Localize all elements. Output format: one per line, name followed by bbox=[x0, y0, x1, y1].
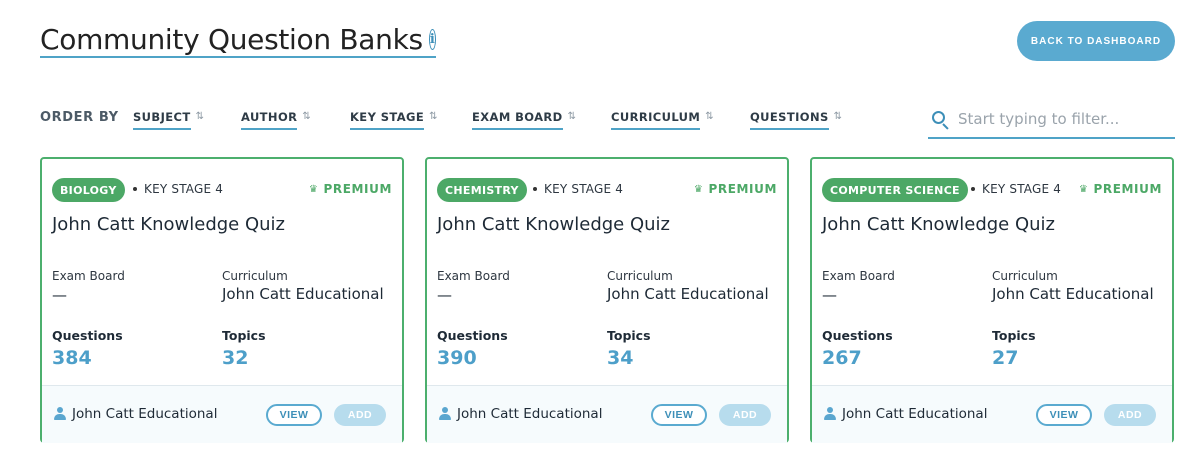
page-title-wrapper: Community Question Banks i bbox=[40, 22, 436, 58]
curriculum-label: Curriculum bbox=[607, 269, 673, 283]
topics-label: Topics bbox=[607, 328, 651, 343]
card-footer: John Catt Educational VIEW ADD bbox=[427, 385, 787, 443]
question-bank-card: COMPUTER SCIENCE KEY STAGE 4 ♛ PREMIUM Jo… bbox=[810, 157, 1174, 443]
card-body: CHEMISTRY KEY STAGE 4 ♛ PREMIUM John Catt… bbox=[427, 159, 787, 385]
premium-label: PREMIUM bbox=[1093, 182, 1162, 196]
crown-icon: ♛ bbox=[308, 183, 319, 195]
sort-curriculum-label: CURRICULUM bbox=[611, 110, 701, 130]
add-button[interactable]: ADD bbox=[1104, 404, 1156, 426]
topics-label: Topics bbox=[222, 328, 266, 343]
order-by-label: ORDER BY bbox=[40, 110, 119, 125]
sort-author[interactable]: AUTHOR ⇅ bbox=[241, 110, 311, 130]
user-icon bbox=[824, 407, 836, 421]
sort-key-stage-label: KEY STAGE bbox=[350, 110, 425, 130]
sort-questions[interactable]: QUESTIONS ⇅ bbox=[750, 110, 842, 130]
sort-icon: ⇅ bbox=[195, 111, 204, 122]
view-button[interactable]: VIEW bbox=[1036, 404, 1092, 426]
sort-author-label: AUTHOR bbox=[241, 110, 298, 130]
card-footer: John Catt Educational VIEW ADD bbox=[42, 385, 402, 443]
curriculum-value: John Catt Educational bbox=[992, 285, 1154, 303]
card-body: BIOLOGY KEY STAGE 4 ♛ PREMIUM John Catt K… bbox=[42, 159, 402, 385]
sort-subject[interactable]: SUBJECT ⇅ bbox=[133, 110, 204, 130]
add-button[interactable]: ADD bbox=[334, 404, 386, 426]
separator-dot bbox=[533, 187, 537, 191]
question-bank-card: BIOLOGY KEY STAGE 4 ♛ PREMIUM John Catt K… bbox=[40, 157, 404, 443]
page-title: Community Question Banks bbox=[40, 22, 423, 56]
author-name: John Catt Educational bbox=[457, 406, 603, 422]
question-bank-card: CHEMISTRY KEY STAGE 4 ♛ PREMIUM John Catt… bbox=[425, 157, 789, 443]
subject-badge: BIOLOGY bbox=[52, 178, 125, 202]
topics-count: 27 bbox=[992, 347, 1019, 369]
card-footer: John Catt Educational VIEW ADD bbox=[812, 385, 1172, 443]
sort-questions-label: QUESTIONS bbox=[750, 110, 829, 130]
premium-badge: ♛ PREMIUM bbox=[1079, 182, 1162, 196]
key-stage: KEY STAGE 4 bbox=[982, 182, 1062, 196]
sort-subject-label: SUBJECT bbox=[133, 110, 191, 130]
sort-exam-board[interactable]: EXAM BOARD ⇅ bbox=[472, 110, 576, 130]
exam-board-value: — bbox=[437, 286, 452, 304]
card-title: John Catt Knowledge Quiz bbox=[822, 214, 1055, 235]
crown-icon: ♛ bbox=[1078, 183, 1089, 195]
topics-label: Topics bbox=[992, 328, 1036, 343]
questions-count: 390 bbox=[437, 347, 477, 369]
sort-icon: ⇅ bbox=[567, 111, 576, 122]
exam-board-label: Exam Board bbox=[52, 269, 125, 283]
separator-dot bbox=[971, 187, 975, 191]
user-icon bbox=[54, 407, 66, 421]
premium-badge: ♛ PREMIUM bbox=[694, 182, 777, 196]
topics-count: 34 bbox=[607, 347, 634, 369]
user-icon bbox=[439, 407, 451, 421]
info-icon[interactable]: i bbox=[428, 28, 436, 50]
card-body: COMPUTER SCIENCE KEY STAGE 4 ♛ PREMIUM Jo… bbox=[812, 159, 1172, 385]
curriculum-label: Curriculum bbox=[992, 269, 1058, 283]
card-title: John Catt Knowledge Quiz bbox=[52, 214, 285, 235]
sort-exam-board-label: EXAM BOARD bbox=[472, 110, 563, 130]
exam-board-value: — bbox=[52, 286, 67, 304]
sort-icon: ⇅ bbox=[705, 111, 714, 122]
questions-count: 384 bbox=[52, 347, 92, 369]
separator-dot bbox=[133, 187, 137, 191]
questions-label: Questions bbox=[822, 328, 893, 343]
sort-icon: ⇅ bbox=[429, 111, 438, 122]
sort-icon: ⇅ bbox=[302, 111, 311, 122]
sort-key-stage[interactable]: KEY STAGE ⇅ bbox=[350, 110, 438, 130]
search-icon bbox=[932, 111, 950, 130]
exam-board-label: Exam Board bbox=[822, 269, 895, 283]
topics-count: 32 bbox=[222, 347, 249, 369]
exam-board-value: — bbox=[822, 286, 837, 304]
subject-badge: COMPUTER SCIENCE bbox=[822, 178, 968, 202]
questions-label: Questions bbox=[52, 328, 123, 343]
view-button[interactable]: VIEW bbox=[651, 404, 707, 426]
subject-badge: CHEMISTRY bbox=[437, 178, 527, 202]
author-name: John Catt Educational bbox=[72, 406, 218, 422]
exam-board-label: Exam Board bbox=[437, 269, 510, 283]
back-to-dashboard-button[interactable]: BACK TO DASHBOARD bbox=[1017, 21, 1175, 61]
curriculum-value: John Catt Educational bbox=[607, 285, 769, 303]
key-stage: KEY STAGE 4 bbox=[544, 182, 624, 196]
view-button[interactable]: VIEW bbox=[266, 404, 322, 426]
questions-count: 267 bbox=[822, 347, 862, 369]
author-name: John Catt Educational bbox=[842, 406, 988, 422]
questions-label: Questions bbox=[437, 328, 508, 343]
card-title: John Catt Knowledge Quiz bbox=[437, 214, 670, 235]
filter-input[interactable] bbox=[958, 108, 1168, 128]
curriculum-label: Curriculum bbox=[222, 269, 288, 283]
sort-curriculum[interactable]: CURRICULUM ⇅ bbox=[611, 110, 714, 130]
add-button[interactable]: ADD bbox=[719, 404, 771, 426]
crown-icon: ♛ bbox=[693, 183, 704, 195]
sort-icon: ⇅ bbox=[833, 111, 843, 122]
premium-label: PREMIUM bbox=[323, 182, 392, 196]
premium-badge: ♛ PREMIUM bbox=[309, 182, 392, 196]
premium-label: PREMIUM bbox=[708, 182, 777, 196]
filter-field bbox=[928, 108, 1175, 139]
curriculum-value: John Catt Educational bbox=[222, 285, 384, 303]
key-stage: KEY STAGE 4 bbox=[144, 182, 224, 196]
